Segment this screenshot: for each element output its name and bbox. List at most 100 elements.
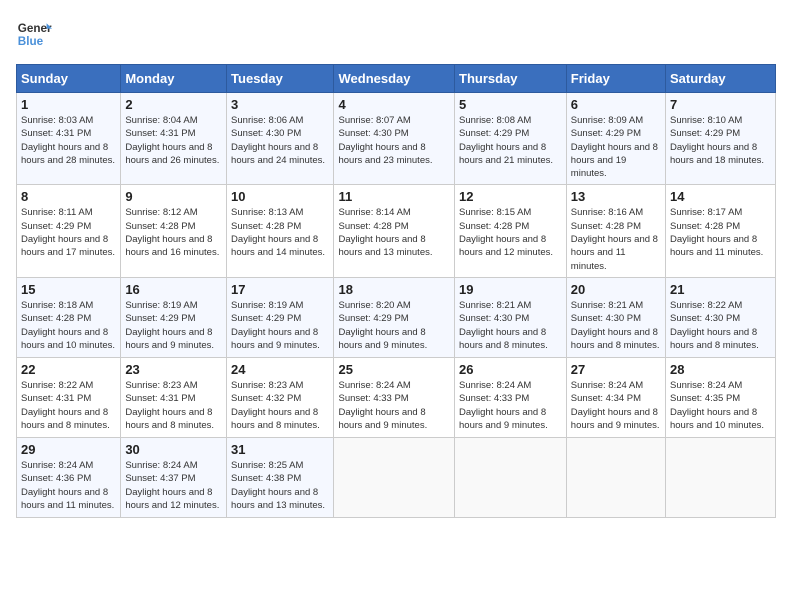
day-number: 27 [571, 362, 661, 377]
table-row: 17 Sunrise: 8:19 AM Sunset: 4:29 PM Dayl… [227, 277, 334, 357]
table-row: 19 Sunrise: 8:21 AM Sunset: 4:30 PM Dayl… [455, 277, 567, 357]
day-number: 7 [670, 97, 771, 112]
day-info: Sunrise: 8:24 AM Sunset: 4:35 PM Dayligh… [670, 379, 771, 432]
day-info: Sunrise: 8:21 AM Sunset: 4:30 PM Dayligh… [459, 299, 562, 352]
calendar-body: 1 Sunrise: 8:03 AM Sunset: 4:31 PM Dayli… [17, 93, 776, 518]
day-number: 23 [125, 362, 222, 377]
day-number: 15 [21, 282, 116, 297]
col-monday: Monday [121, 65, 227, 93]
col-sunday: Sunday [17, 65, 121, 93]
table-row [566, 437, 665, 517]
day-number: 22 [21, 362, 116, 377]
table-row: 30 Sunrise: 8:24 AM Sunset: 4:37 PM Dayl… [121, 437, 227, 517]
day-number: 24 [231, 362, 329, 377]
table-row [665, 437, 775, 517]
day-number: 1 [21, 97, 116, 112]
col-wednesday: Wednesday [334, 65, 455, 93]
day-info: Sunrise: 8:25 AM Sunset: 4:38 PM Dayligh… [231, 459, 329, 512]
day-info: Sunrise: 8:04 AM Sunset: 4:31 PM Dayligh… [125, 114, 222, 167]
day-number: 26 [459, 362, 562, 377]
calendar-row: 1 Sunrise: 8:03 AM Sunset: 4:31 PM Dayli… [17, 93, 776, 185]
day-number: 11 [338, 189, 450, 204]
day-number: 12 [459, 189, 562, 204]
table-row: 20 Sunrise: 8:21 AM Sunset: 4:30 PM Dayl… [566, 277, 665, 357]
day-info: Sunrise: 8:24 AM Sunset: 4:36 PM Dayligh… [21, 459, 116, 512]
day-info: Sunrise: 8:09 AM Sunset: 4:29 PM Dayligh… [571, 114, 661, 180]
day-info: Sunrise: 8:11 AM Sunset: 4:29 PM Dayligh… [21, 206, 116, 259]
day-number: 31 [231, 442, 329, 457]
table-row: 25 Sunrise: 8:24 AM Sunset: 4:33 PM Dayl… [334, 357, 455, 437]
day-info: Sunrise: 8:24 AM Sunset: 4:33 PM Dayligh… [459, 379, 562, 432]
table-row: 28 Sunrise: 8:24 AM Sunset: 4:35 PM Dayl… [665, 357, 775, 437]
table-row: 29 Sunrise: 8:24 AM Sunset: 4:36 PM Dayl… [17, 437, 121, 517]
day-number: 30 [125, 442, 222, 457]
table-row: 5 Sunrise: 8:08 AM Sunset: 4:29 PM Dayli… [455, 93, 567, 185]
day-info: Sunrise: 8:08 AM Sunset: 4:29 PM Dayligh… [459, 114, 562, 167]
col-saturday: Saturday [665, 65, 775, 93]
table-row: 21 Sunrise: 8:22 AM Sunset: 4:30 PM Dayl… [665, 277, 775, 357]
day-number: 14 [670, 189, 771, 204]
table-row: 10 Sunrise: 8:13 AM Sunset: 4:28 PM Dayl… [227, 185, 334, 277]
day-number: 8 [21, 189, 116, 204]
day-info: Sunrise: 8:20 AM Sunset: 4:29 PM Dayligh… [338, 299, 450, 352]
table-row: 1 Sunrise: 8:03 AM Sunset: 4:31 PM Dayli… [17, 93, 121, 185]
table-row: 3 Sunrise: 8:06 AM Sunset: 4:30 PM Dayli… [227, 93, 334, 185]
day-number: 20 [571, 282, 661, 297]
table-row: 4 Sunrise: 8:07 AM Sunset: 4:30 PM Dayli… [334, 93, 455, 185]
day-number: 18 [338, 282, 450, 297]
day-info: Sunrise: 8:13 AM Sunset: 4:28 PM Dayligh… [231, 206, 329, 259]
day-info: Sunrise: 8:18 AM Sunset: 4:28 PM Dayligh… [21, 299, 116, 352]
day-number: 13 [571, 189, 661, 204]
table-row: 24 Sunrise: 8:23 AM Sunset: 4:32 PM Dayl… [227, 357, 334, 437]
day-info: Sunrise: 8:12 AM Sunset: 4:28 PM Dayligh… [125, 206, 222, 259]
day-number: 3 [231, 97, 329, 112]
table-row: 14 Sunrise: 8:17 AM Sunset: 4:28 PM Dayl… [665, 185, 775, 277]
col-tuesday: Tuesday [227, 65, 334, 93]
header-row: Sunday Monday Tuesday Wednesday Thursday… [17, 65, 776, 93]
day-info: Sunrise: 8:07 AM Sunset: 4:30 PM Dayligh… [338, 114, 450, 167]
day-info: Sunrise: 8:03 AM Sunset: 4:31 PM Dayligh… [21, 114, 116, 167]
day-number: 29 [21, 442, 116, 457]
day-info: Sunrise: 8:24 AM Sunset: 4:33 PM Dayligh… [338, 379, 450, 432]
day-info: Sunrise: 8:23 AM Sunset: 4:32 PM Dayligh… [231, 379, 329, 432]
table-row: 8 Sunrise: 8:11 AM Sunset: 4:29 PM Dayli… [17, 185, 121, 277]
table-row: 27 Sunrise: 8:24 AM Sunset: 4:34 PM Dayl… [566, 357, 665, 437]
day-info: Sunrise: 8:19 AM Sunset: 4:29 PM Dayligh… [125, 299, 222, 352]
day-info: Sunrise: 8:06 AM Sunset: 4:30 PM Dayligh… [231, 114, 329, 167]
day-number: 5 [459, 97, 562, 112]
day-info: Sunrise: 8:22 AM Sunset: 4:31 PM Dayligh… [21, 379, 116, 432]
day-number: 19 [459, 282, 562, 297]
day-number: 25 [338, 362, 450, 377]
table-row: 15 Sunrise: 8:18 AM Sunset: 4:28 PM Dayl… [17, 277, 121, 357]
table-row: 22 Sunrise: 8:22 AM Sunset: 4:31 PM Dayl… [17, 357, 121, 437]
table-row: 13 Sunrise: 8:16 AM Sunset: 4:28 PM Dayl… [566, 185, 665, 277]
calendar-row: 8 Sunrise: 8:11 AM Sunset: 4:29 PM Dayli… [17, 185, 776, 277]
day-info: Sunrise: 8:17 AM Sunset: 4:28 PM Dayligh… [670, 206, 771, 259]
logo-icon: General Blue [16, 16, 52, 52]
svg-text:Blue: Blue [18, 35, 44, 48]
calendar-row: 22 Sunrise: 8:22 AM Sunset: 4:31 PM Dayl… [17, 357, 776, 437]
table-row: 2 Sunrise: 8:04 AM Sunset: 4:31 PM Dayli… [121, 93, 227, 185]
table-row: 12 Sunrise: 8:15 AM Sunset: 4:28 PM Dayl… [455, 185, 567, 277]
day-number: 9 [125, 189, 222, 204]
col-friday: Friday [566, 65, 665, 93]
table-row: 9 Sunrise: 8:12 AM Sunset: 4:28 PM Dayli… [121, 185, 227, 277]
day-info: Sunrise: 8:10 AM Sunset: 4:29 PM Dayligh… [670, 114, 771, 167]
day-info: Sunrise: 8:14 AM Sunset: 4:28 PM Dayligh… [338, 206, 450, 259]
day-info: Sunrise: 8:21 AM Sunset: 4:30 PM Dayligh… [571, 299, 661, 352]
calendar-row: 29 Sunrise: 8:24 AM Sunset: 4:36 PM Dayl… [17, 437, 776, 517]
table-row: 7 Sunrise: 8:10 AM Sunset: 4:29 PM Dayli… [665, 93, 775, 185]
table-row: 23 Sunrise: 8:23 AM Sunset: 4:31 PM Dayl… [121, 357, 227, 437]
table-row: 31 Sunrise: 8:25 AM Sunset: 4:38 PM Dayl… [227, 437, 334, 517]
table-row: 26 Sunrise: 8:24 AM Sunset: 4:33 PM Dayl… [455, 357, 567, 437]
calendar-row: 15 Sunrise: 8:18 AM Sunset: 4:28 PM Dayl… [17, 277, 776, 357]
logo: General Blue [16, 16, 52, 52]
day-number: 17 [231, 282, 329, 297]
day-number: 10 [231, 189, 329, 204]
day-number: 16 [125, 282, 222, 297]
day-info: Sunrise: 8:23 AM Sunset: 4:31 PM Dayligh… [125, 379, 222, 432]
table-row: 6 Sunrise: 8:09 AM Sunset: 4:29 PM Dayli… [566, 93, 665, 185]
day-number: 2 [125, 97, 222, 112]
calendar-table: Sunday Monday Tuesday Wednesday Thursday… [16, 64, 776, 518]
table-row: 18 Sunrise: 8:20 AM Sunset: 4:29 PM Dayl… [334, 277, 455, 357]
